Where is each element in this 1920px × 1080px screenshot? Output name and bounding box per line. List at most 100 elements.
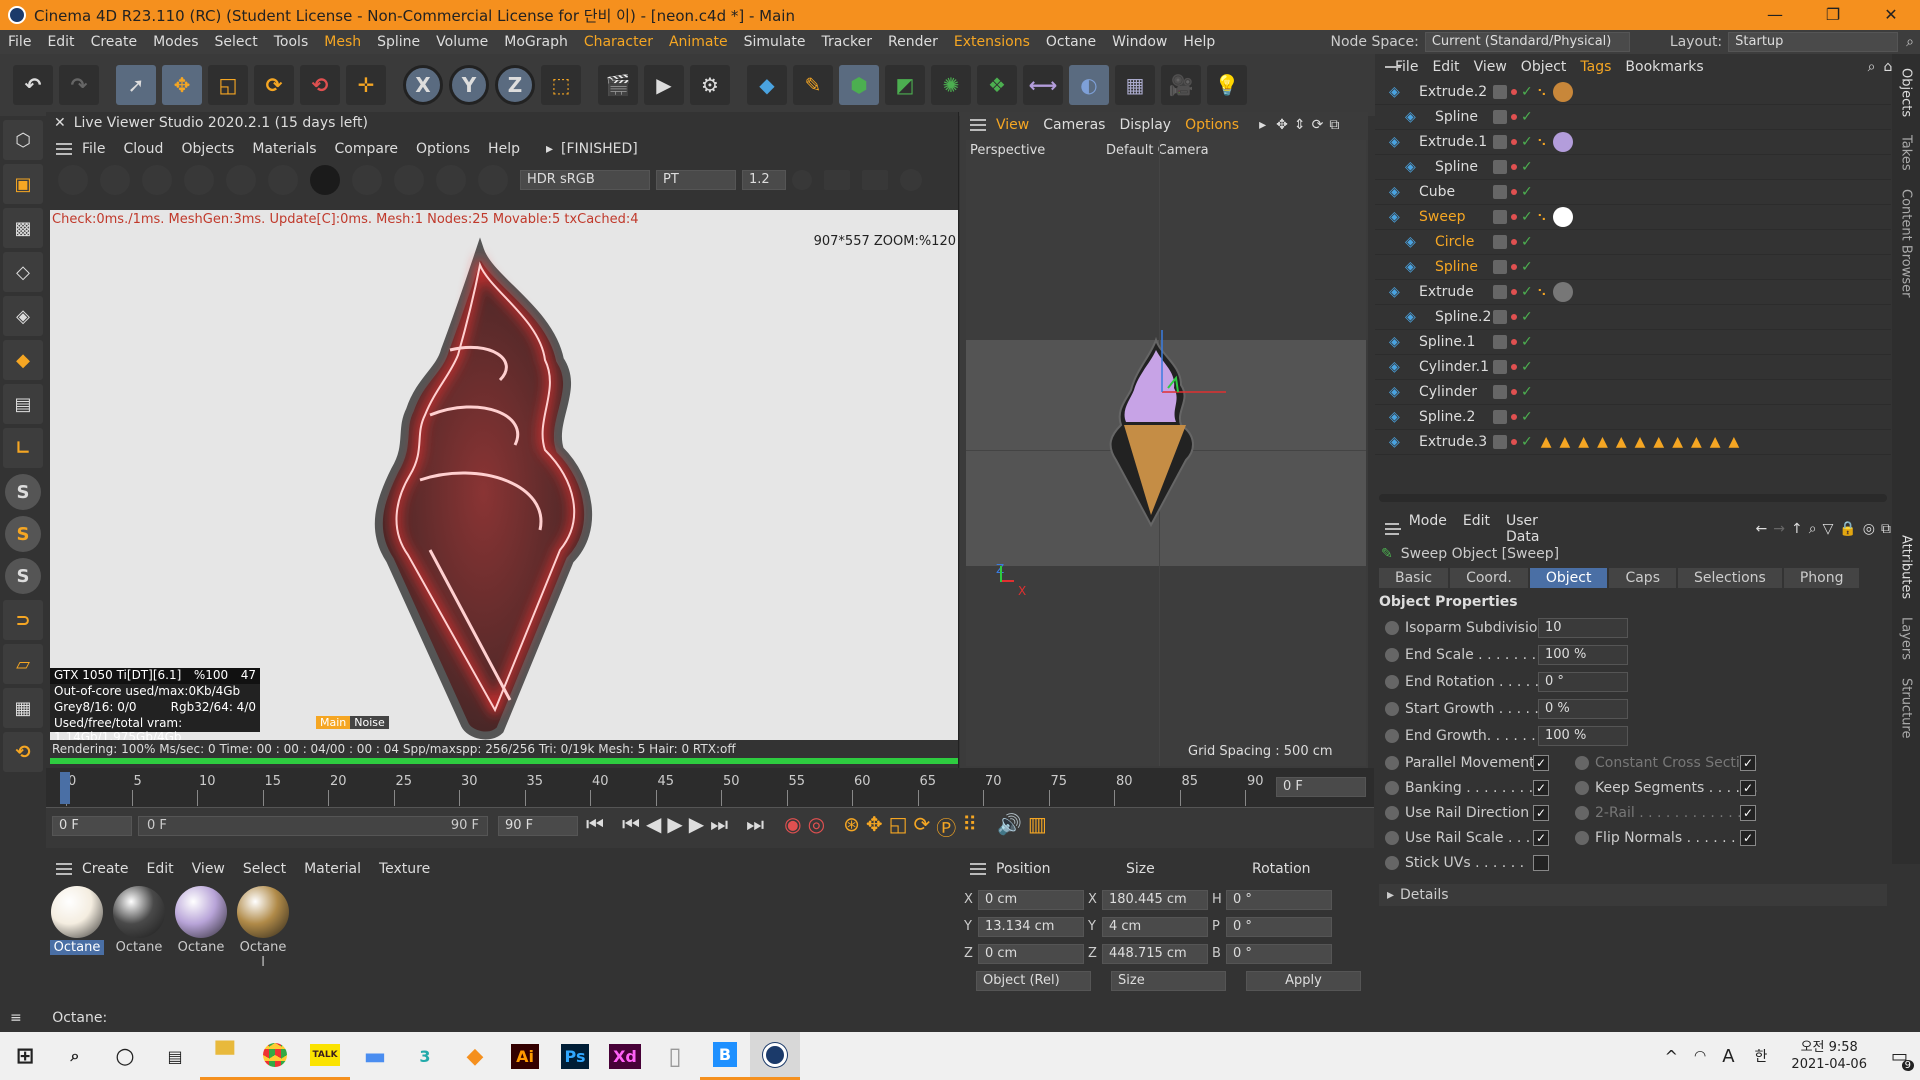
visibility-dot[interactable] — [1511, 289, 1517, 295]
search-icon[interactable]: ⌕ — [50, 1032, 100, 1080]
layer-box[interactable] — [1493, 285, 1507, 299]
menu-simulate[interactable]: Simulate — [736, 34, 814, 50]
position-key-icon[interactable]: ✥ — [866, 812, 883, 841]
visibility-dot[interactable] — [1511, 314, 1517, 320]
chevron-right-icon[interactable]: ▸ — [1259, 117, 1266, 133]
checkbox[interactable]: ✓ — [1740, 804, 1756, 821]
close-button[interactable]: ✕ — [1862, 0, 1920, 30]
animate-radio-icon[interactable] — [1385, 830, 1399, 845]
lv-menu-objects[interactable]: Objects — [181, 141, 234, 157]
tweak-mode-icon[interactable]: ⟲ — [3, 732, 43, 772]
enable-check-icon[interactable]: ✓ — [1521, 259, 1533, 275]
gamma-field[interactable]: 1.2 — [742, 170, 786, 190]
checkbox[interactable]: ✓ — [1533, 779, 1549, 796]
tag-triangle-icon[interactable]: ▲ — [1729, 434, 1740, 450]
hamburger-menu-icon[interactable]: ≡ — [10, 1010, 22, 1026]
object-row[interactable]: ◈ Spline ✓ — [1375, 255, 1891, 280]
subdivision-surface-icon[interactable]: ⬢ — [839, 65, 879, 105]
menu-tracker[interactable]: Tracker — [813, 34, 880, 50]
visibility-dot[interactable] — [1511, 264, 1517, 270]
animate-radio-icon[interactable] — [1385, 674, 1399, 689]
autokey-icon[interactable]: ◎ — [808, 812, 825, 841]
tag-triangle-icon[interactable]: ▲ — [1691, 434, 1702, 450]
material-menu-edit[interactable]: Edit — [147, 861, 174, 877]
material-tag[interactable] — [1553, 282, 1573, 302]
go-to-end-icon[interactable]: ⏭ — [746, 812, 764, 841]
viewport-3d-canvas[interactable]: Perspective Default Camera Z X Grid Spac… — [966, 140, 1366, 766]
redo-icon[interactable]: ↷ — [59, 65, 99, 105]
checkbox[interactable]: ✓ — [1533, 804, 1549, 821]
tag-triangle-icon[interactable]: ▲ — [1578, 434, 1589, 450]
clock-date[interactable]: 2021-04-06 — [1791, 1056, 1867, 1073]
object-name[interactable]: Cylinder.1 — [1419, 359, 1489, 375]
deformer-icon[interactable]: ⟷ — [1023, 65, 1063, 105]
lv-menu-options[interactable]: Options — [416, 141, 470, 157]
layout-dropdown[interactable]: Startup — [1728, 32, 1899, 52]
live-viewer-render-area[interactable]: Check:0ms./1ms. MeshGen:3ms. Update[C]:0… — [50, 210, 958, 740]
visibility-dot[interactable] — [1511, 89, 1517, 95]
om-menu-view[interactable]: View — [1474, 59, 1507, 75]
document-icon[interactable]: ▯ — [650, 1032, 700, 1080]
next-key-icon[interactable]: ⏭ — [710, 812, 728, 841]
tag-triangle-icon[interactable]: ▲ — [1710, 434, 1721, 450]
photoshop-icon[interactable]: Ps — [550, 1032, 600, 1080]
region-render-icon[interactable] — [184, 165, 214, 195]
floor-icon[interactable]: ▦ — [1115, 65, 1155, 105]
noise-pass-tab[interactable]: Noise — [350, 716, 389, 729]
position-field[interactable]: 0 cm — [978, 889, 1084, 910]
animate-radio-icon[interactable] — [1575, 805, 1589, 820]
object-row[interactable]: ◈ Cylinder ✓ — [1375, 380, 1891, 405]
enable-check-icon[interactable]: ✓ — [1521, 109, 1533, 125]
visibility-dot[interactable] — [1511, 114, 1517, 120]
tab-phong[interactable]: Phong — [1783, 568, 1860, 588]
rotation-field[interactable]: 0 ° — [1226, 889, 1332, 910]
layer-box[interactable] — [1493, 185, 1507, 199]
layer-box[interactable] — [1493, 210, 1507, 224]
object-row[interactable]: ◈ Spline ✓ — [1375, 105, 1891, 130]
content-browser-side-tab[interactable]: Content Browser — [1899, 189, 1914, 298]
tag-triangle-icon[interactable]: ▲ — [1597, 434, 1608, 450]
hamburger-menu-icon[interactable] — [1385, 523, 1401, 535]
cloner-icon[interactable]: ✺ — [931, 65, 971, 105]
object-name[interactable]: Spline.1 — [1419, 334, 1475, 350]
hamburger-menu-icon[interactable] — [970, 119, 986, 131]
parameter-key-icon[interactable]: Ⓟ — [936, 812, 956, 841]
menu-select[interactable]: Select — [207, 34, 266, 50]
viewport-move-icon[interactable]: ✥ — [1276, 117, 1288, 133]
enable-check-icon[interactable]: ✓ — [1521, 409, 1533, 425]
object-row[interactable]: ◈ Circle ✓ — [1375, 230, 1891, 255]
enable-check-icon[interactable]: ✓ — [1521, 359, 1533, 375]
lock-icon[interactable]: 🔒 — [1839, 521, 1856, 537]
wifi-icon[interactable]: ◠ — [1694, 1048, 1706, 1064]
material-menu-texture[interactable]: Texture — [379, 861, 430, 877]
file-explorer-icon[interactable]: ▀ — [200, 1032, 250, 1080]
animate-radio-icon[interactable] — [1385, 728, 1399, 743]
node-space-dropdown[interactable]: Current (Standard/Physical) — [1424, 32, 1630, 52]
attr-menu-edit[interactable]: Edit — [1463, 513, 1490, 545]
material-menu-select[interactable]: Select — [243, 861, 286, 877]
tag-triangle-icon[interactable]: ▲ — [1560, 434, 1571, 450]
visibility-dot[interactable] — [1511, 414, 1517, 420]
lock-icon[interactable] — [268, 165, 298, 195]
visibility-dot[interactable] — [1511, 389, 1517, 395]
end-frame-field[interactable]: 90 F — [498, 816, 578, 836]
tab-object[interactable]: Object — [1529, 568, 1608, 588]
input-language-indicator[interactable]: 한 — [1755, 1046, 1768, 1066]
lv-menu-compare[interactable]: Compare — [335, 141, 399, 157]
psr-tool-icon[interactable]: ⟲ — [300, 65, 340, 105]
menu-help[interactable]: Help — [1175, 34, 1223, 50]
enable-check-icon[interactable]: ✓ — [1521, 134, 1533, 150]
om-menu-bookmarks[interactable]: Bookmarks — [1625, 59, 1703, 75]
enable-check-icon[interactable]: ✓ — [1521, 384, 1533, 400]
sphere-icon[interactable] — [310, 165, 340, 195]
tab-selections[interactable]: Selections — [1678, 568, 1782, 588]
kakaotalk-icon[interactable]: TALK — [300, 1032, 350, 1080]
material-picker-icon[interactable] — [478, 165, 508, 195]
maximize-button[interactable]: ❐ — [1804, 0, 1862, 30]
layer-box[interactable] — [1493, 260, 1507, 274]
horizontal-scrollbar[interactable] — [1379, 494, 1887, 502]
object-name[interactable]: Extrude.1 — [1419, 134, 1487, 150]
viewport-rotate-icon[interactable]: ⟳ — [1312, 117, 1324, 133]
hamburger-menu-icon[interactable] — [970, 863, 986, 875]
object-row[interactable]: ◈ Extrude.3 ✓ ▲ ▲ ▲ ▲ ▲ ▲ ▲ ▲ ▲ ▲ ▲ — [1375, 430, 1891, 455]
